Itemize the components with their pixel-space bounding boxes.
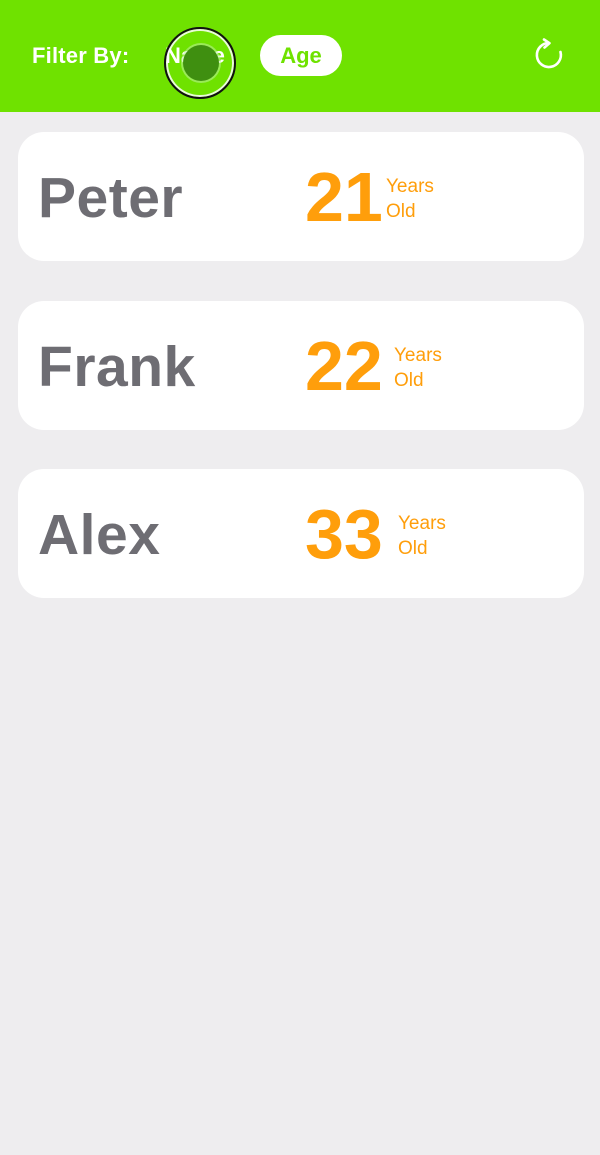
person-age: 22 <box>305 327 383 405</box>
age-unit-old: Old <box>394 370 424 391</box>
person-age: 33 <box>305 495 383 573</box>
person-name: Alex <box>38 503 161 567</box>
age-unit: Years Old <box>386 174 466 224</box>
filter-option-age-label: Age <box>280 42 322 68</box>
person-name: Frank <box>38 335 196 399</box>
person-card[interactable]: Frank 22 Years Old <box>18 301 584 430</box>
filter-header: Filter By: Name Age <box>0 0 600 112</box>
age-unit-old: Old <box>386 201 416 222</box>
person-card[interactable]: Peter 21 Years Old <box>18 132 584 261</box>
person-age: 21 <box>305 158 383 236</box>
person-name: Peter <box>38 166 184 230</box>
filter-option-age[interactable]: Age <box>260 35 342 76</box>
touch-indicator-ring <box>164 27 236 99</box>
age-unit-years: Years <box>398 513 446 534</box>
filter-by-label: Filter By: <box>32 43 130 68</box>
person-card[interactable]: Alex 33 Years Old <box>18 469 584 598</box>
age-unit-old: Old <box>398 538 428 559</box>
age-unit: Years Old <box>398 511 478 561</box>
age-unit-years: Years <box>394 345 442 366</box>
age-unit-years: Years <box>386 176 434 197</box>
age-unit: Years Old <box>394 343 474 393</box>
refresh-icon[interactable] <box>532 38 566 72</box>
